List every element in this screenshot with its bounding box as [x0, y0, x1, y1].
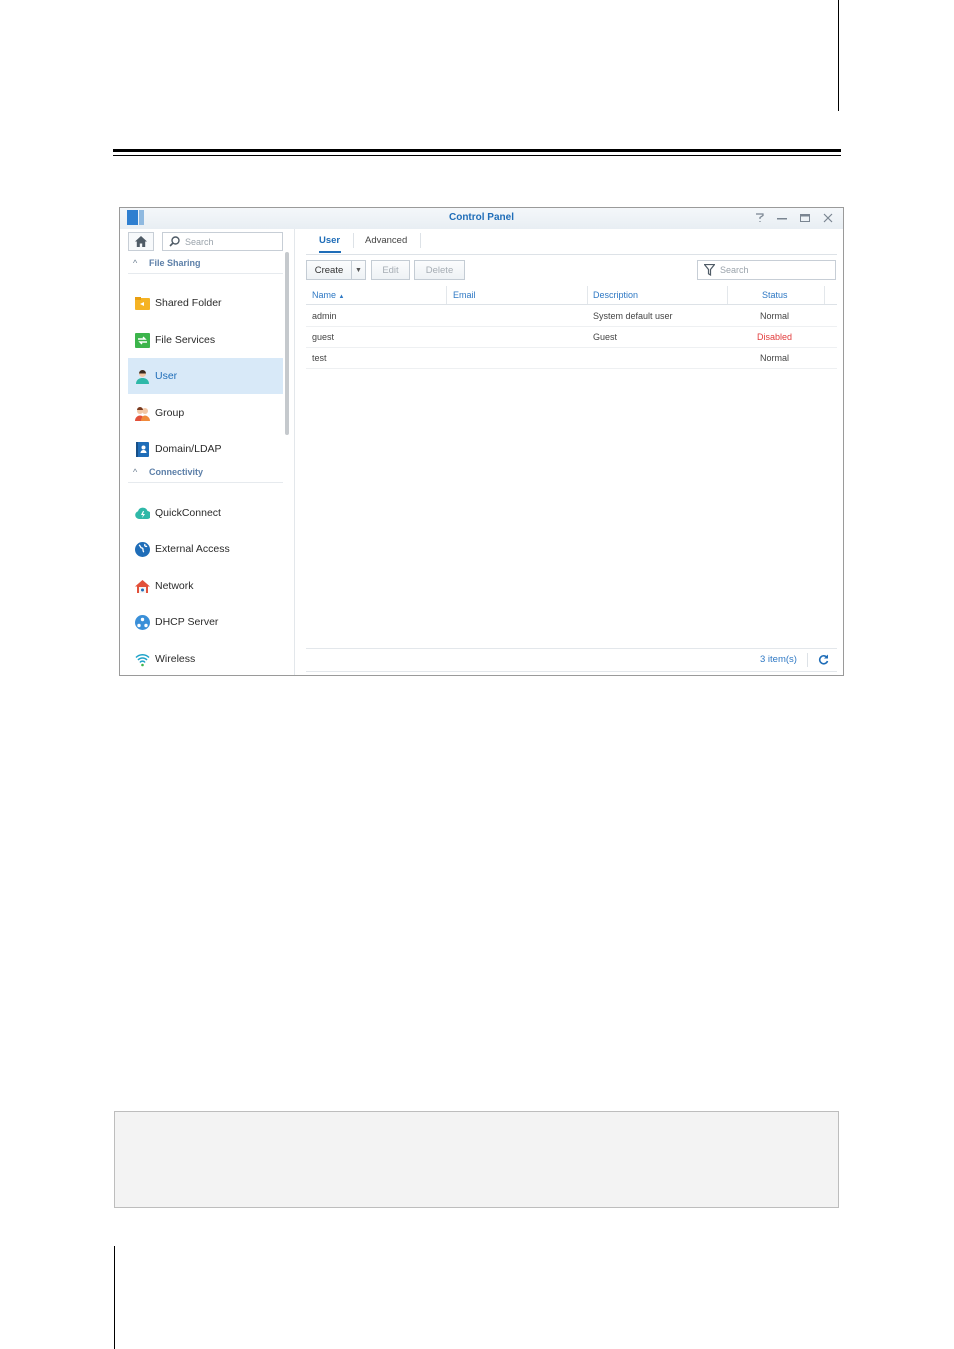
create-dropdown-button[interactable]: ▼	[351, 260, 366, 280]
tab-divider	[420, 233, 421, 248]
quickconnect-icon	[135, 507, 150, 520]
sidebar-item-wireless[interactable]: Wireless	[128, 641, 283, 675]
window-title: Control Panel	[448, 212, 514, 223]
page-header-rule	[113, 149, 841, 152]
group-icon	[135, 407, 150, 421]
column-divider[interactable]	[824, 286, 825, 304]
cell-status: Disabled	[757, 332, 793, 342]
page-margin-line-bottom	[114, 1246, 115, 1349]
wireless-icon	[135, 653, 150, 667]
column-divider[interactable]	[727, 286, 728, 304]
user-search-input[interactable]: Search	[697, 260, 836, 280]
sidebar-item-label: Shared Folder	[155, 297, 222, 309]
external-access-icon	[135, 542, 150, 557]
table-row[interactable]: test Normal	[306, 348, 837, 369]
cell-description: Guest	[593, 332, 618, 342]
table-row[interactable]: guest Guest Disabled	[306, 327, 837, 348]
sidebar-item-group[interactable]: Group	[128, 395, 283, 431]
note-box	[114, 1111, 839, 1208]
column-header-name[interactable]: Name ▲	[312, 290, 344, 300]
edit-button[interactable]: Edit	[371, 260, 410, 280]
cell-description: System default user	[593, 311, 673, 321]
filter-icon	[704, 264, 715, 276]
sidebar-search-placeholder: Search	[185, 237, 214, 247]
page-header-rule-thin	[113, 155, 841, 156]
network-icon	[135, 580, 150, 593]
chevron-up-icon: ^	[133, 467, 138, 477]
sidebar-item-file-services[interactable]: File Services	[128, 322, 283, 358]
section-file-sharing[interactable]: ^ File Sharing	[128, 255, 283, 274]
sidebar-item-dhcp-server[interactable]: DHCP Server	[128, 604, 283, 640]
sidebar-item-label: User	[155, 370, 178, 382]
sidebar-item-label: Domain/LDAP	[155, 443, 222, 455]
cell-status: Normal	[760, 311, 790, 321]
create-button[interactable]: Create	[306, 260, 352, 280]
user-search-placeholder: Search	[720, 265, 749, 275]
minimize-icon[interactable]	[775, 211, 789, 225]
file-services-icon	[135, 333, 150, 348]
sidebar-item-label: Network	[155, 580, 194, 592]
sidebar-item-label: External Access	[155, 543, 230, 555]
sidebar-item-domain-ldap[interactable]: Domain/LDAP	[128, 431, 283, 467]
main-pane: User Advanced Create ▼ Edit Delete Searc…	[296, 229, 843, 675]
sidebar-item-external-access[interactable]: External Access	[128, 531, 283, 567]
delete-button[interactable]: Delete	[414, 260, 465, 280]
control-panel-window: Control Panel Search ^ File Sharing Shar…	[119, 207, 844, 676]
shared-folder-icon	[135, 297, 150, 310]
section-connectivity[interactable]: ^ Connectivity	[128, 464, 283, 483]
table-header: Name ▲ Email Description Status	[306, 286, 837, 305]
domain-ldap-icon	[136, 442, 149, 457]
chevron-up-icon: ^	[133, 258, 138, 268]
sidebar-item-label: QuickConnect	[155, 507, 221, 519]
sidebar-search-input[interactable]: Search	[162, 232, 283, 251]
tab-divider	[353, 233, 354, 248]
sidebar-item-shared-folder[interactable]: Shared Folder	[128, 285, 283, 321]
dhcp-server-icon	[135, 615, 150, 630]
cell-name: guest	[312, 332, 335, 342]
footer-divider	[807, 653, 808, 667]
column-divider[interactable]	[587, 286, 588, 304]
home-button[interactable]	[128, 232, 154, 251]
item-count: 3 item(s)	[760, 654, 797, 665]
title-bar: Control Panel	[120, 208, 843, 229]
user-icon	[136, 370, 149, 384]
tab-advanced[interactable]: Advanced	[365, 235, 407, 246]
home-icon	[135, 236, 147, 247]
sidebar-item-label: DHCP Server	[155, 616, 219, 628]
sidebar-item-label: File Services	[155, 334, 216, 346]
refresh-icon[interactable]	[818, 654, 829, 665]
chevron-down-icon: ▼	[355, 266, 362, 274]
section-label: Connectivity	[149, 467, 204, 477]
column-header-email[interactable]: Email	[453, 290, 476, 300]
maximize-icon[interactable]	[798, 211, 812, 225]
table-row[interactable]: admin System default user Normal	[306, 306, 837, 327]
tab-user[interactable]: User	[319, 235, 340, 246]
cell-name: test	[312, 353, 327, 363]
sidebar-scrollbar[interactable]	[285, 252, 289, 435]
column-divider[interactable]	[446, 286, 447, 304]
search-icon	[169, 236, 180, 247]
column-header-status[interactable]: Status	[762, 290, 788, 300]
sidebar-item-user[interactable]: User	[128, 358, 283, 394]
sort-ascending-icon: ▲	[338, 294, 345, 300]
table-footer: 3 item(s)	[306, 648, 837, 672]
sidebar-divider	[294, 229, 295, 675]
column-header-description[interactable]: Description	[593, 290, 638, 300]
sidebar-item-network[interactable]: Network	[128, 568, 283, 604]
help-icon[interactable]	[752, 211, 766, 225]
sidebar-item-quickconnect[interactable]: QuickConnect	[128, 495, 283, 531]
page-margin-line	[838, 0, 839, 111]
sidebar: Search ^ File Sharing Shared Folder File…	[120, 229, 292, 675]
section-label: File Sharing	[149, 258, 201, 268]
sidebar-item-label: Group	[155, 407, 185, 419]
cell-name: admin	[312, 311, 337, 321]
close-icon[interactable]	[821, 211, 835, 225]
sidebar-item-label: Wireless	[155, 653, 196, 665]
tab-bar: User Advanced	[306, 229, 837, 255]
cell-status: Normal	[760, 353, 790, 363]
active-tab-indicator	[319, 251, 341, 253]
column-header-label: Name	[312, 290, 337, 300]
